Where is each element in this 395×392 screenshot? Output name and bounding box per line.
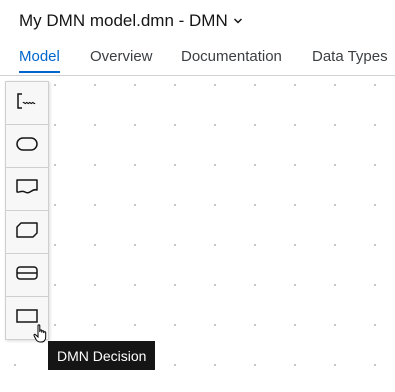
hand-pointer-icon [33, 324, 49, 349]
model-title: My DMN model.dmn - DMN [19, 11, 228, 30]
model-title-dropdown[interactable]: My DMN model.dmn - DMN [19, 11, 243, 31]
tab-model[interactable]: Model [19, 48, 60, 73]
tab-overview[interactable]: Overview [90, 48, 153, 71]
decision-service-tool[interactable] [6, 254, 48, 297]
tooltip: DMN Decision [48, 341, 156, 370]
editor-tabs: Model Overview Documentation Data Types [0, 42, 395, 76]
input-data-tool[interactable] [6, 125, 48, 168]
input-data-icon [15, 136, 39, 157]
business-knowledge-model-icon [15, 221, 39, 244]
knowledge-source-icon [15, 178, 39, 201]
tab-data-types[interactable]: Data Types [312, 48, 388, 71]
text-annotation-tool[interactable] [6, 82, 48, 125]
tooltip-text: DMN Decision [57, 347, 147, 364]
decision-service-icon [15, 264, 39, 287]
knowledge-source-tool[interactable] [6, 168, 48, 211]
editor-header: My DMN model.dmn - DMN [0, 0, 395, 43]
text-annotation-icon [15, 92, 39, 115]
dmn-palette [5, 81, 49, 340]
tab-documentation[interactable]: Documentation [181, 48, 282, 71]
business-knowledge-model-tool[interactable] [6, 211, 48, 254]
chevron-down-icon [233, 16, 243, 26]
